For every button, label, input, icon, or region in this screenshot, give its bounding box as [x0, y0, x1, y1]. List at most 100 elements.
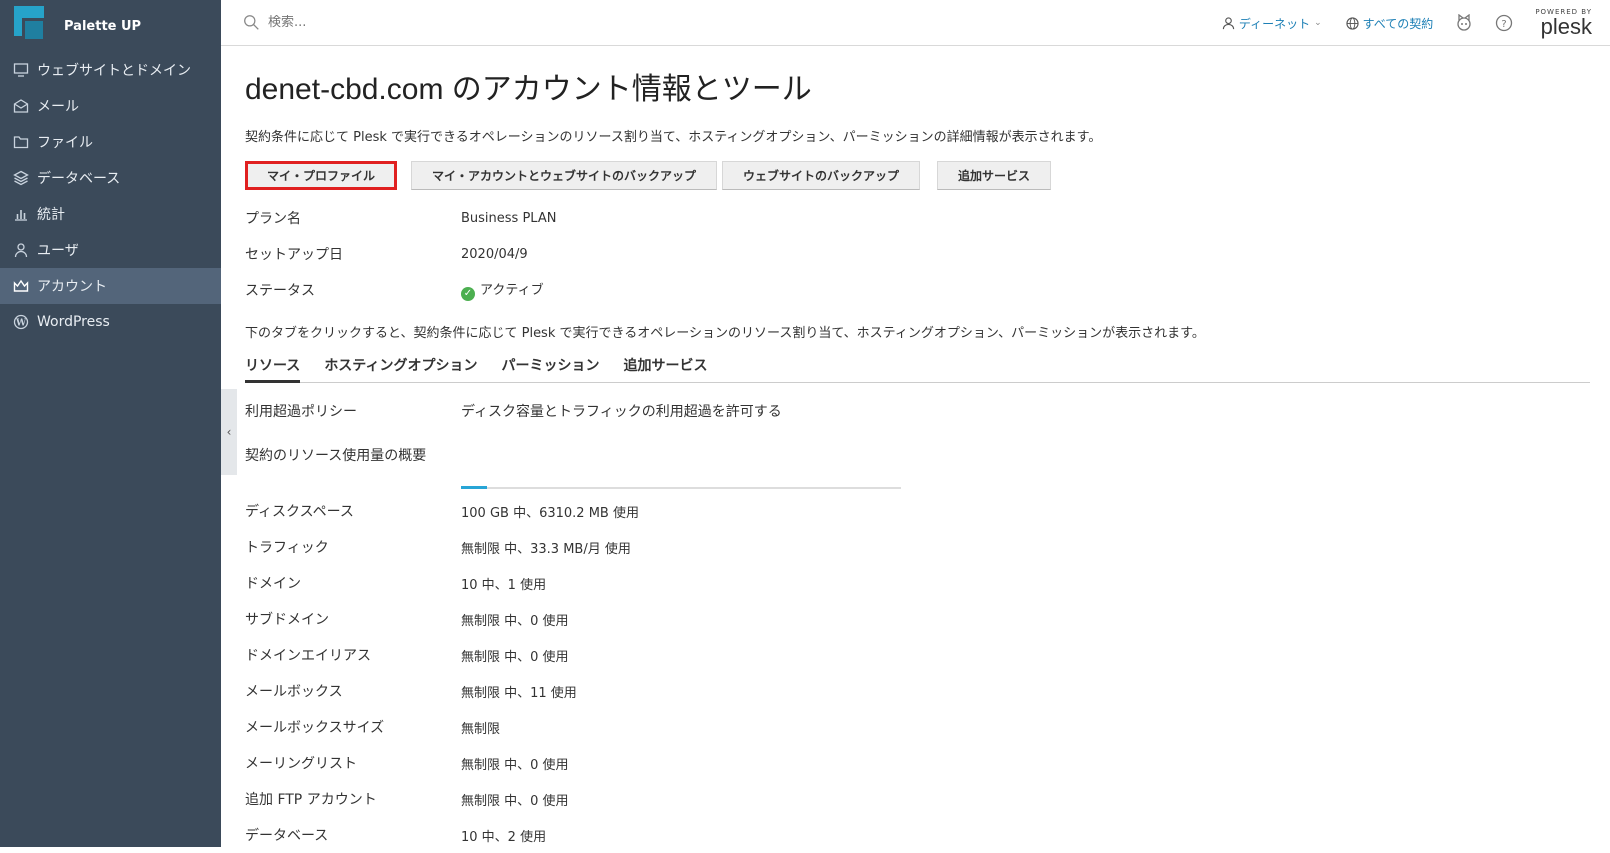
check-icon: ✓ [461, 287, 475, 301]
crown-icon [13, 278, 29, 294]
tab-additional-services[interactable]: 追加サービス [623, 355, 707, 382]
mail-icon [13, 98, 29, 114]
search-input[interactable] [268, 15, 668, 30]
usage-summary-label: 契約のリソース使用量の概要 [245, 448, 427, 464]
overuse-policy-row: 利用超過ポリシー ディスク容量とトラフィックの利用超過を許可する [245, 393, 1590, 429]
resource-row: ドメイン 10 中、1 使用 [245, 565, 1590, 601]
tab-permissions[interactable]: パーミッション [501, 355, 599, 382]
subscriptions-label: すべての契約 [1362, 16, 1434, 31]
resource-row: メーリングリスト 無制限 中、0 使用 [245, 745, 1590, 781]
subscriptions-link[interactable]: すべての契約 [1345, 15, 1434, 32]
logo-icon [14, 6, 54, 46]
resource-row: ディスクスペース 100 GB 中、6310.2 MB 使用 [245, 493, 1590, 529]
info-row-status: ステータス ✓ アクティブ [245, 272, 1590, 308]
user-icon [13, 242, 29, 258]
search-icon [244, 15, 259, 30]
brand-name: Palette UP [64, 18, 142, 34]
wordpress-icon: W [13, 314, 29, 330]
account-backup-button[interactable]: マイ・アカウントとウェブサイトのバックアップ [411, 161, 718, 190]
sidebar-item[interactable]: データベース [0, 160, 221, 196]
user-icon [1222, 16, 1235, 29]
sidebar-item-label: 統計 [37, 207, 65, 223]
tabs: リソース ホスティングオプション パーミッション 追加サービス [245, 355, 1590, 383]
plan-info: プラン名 Business PLAN セットアップ日 2020/04/9 ステー… [245, 200, 1590, 308]
help-icon[interactable]: ? [1495, 14, 1513, 32]
resource-key: データベース [245, 828, 329, 844]
status-label: アクティブ [480, 283, 544, 298]
info-key: プラン名 [245, 211, 301, 227]
resource-key: サブドメイン [245, 612, 329, 628]
sidebar-item[interactable]: ウェブサイトとドメイン [0, 52, 221, 88]
sidebar-item[interactable]: ユーザ [0, 232, 221, 268]
sidebar-item[interactable]: ファイル [0, 124, 221, 160]
status-value: ✓ アクティブ [461, 279, 544, 301]
cat-icon[interactable] [1455, 14, 1473, 32]
sidebar-item-label: ウェブサイトとドメイン [37, 63, 191, 79]
info-row-setup-date: セットアップ日 2020/04/9 [245, 236, 1590, 272]
resource-value: 無制限 中、33.3 MB/月 使用 [461, 541, 631, 557]
resource-row: ドメインエイリアス 無制限 中、0 使用 [245, 637, 1590, 673]
user-label: ディーネット [1238, 16, 1311, 31]
resource-key: メールボックス [245, 684, 343, 700]
svg-text:?: ? [1502, 19, 1507, 30]
chevron-down-icon: ⌄ [1314, 18, 1322, 28]
sidebar-nav: ウェブサイトとドメイン メールファイルデータベース 統計ユーザアカウント W WordP… [0, 52, 221, 340]
sidebar-item[interactable]: メール [0, 88, 221, 124]
sidebar-item[interactable]: W WordPress [0, 304, 221, 340]
resource-row: トラフィック 無制限 中、33.3 MB/月 使用 [245, 529, 1590, 565]
chart-icon [13, 206, 29, 222]
tab-hosting-options[interactable]: ホスティングオプション [324, 355, 477, 382]
resource-key: ディスクスペース [245, 504, 354, 520]
resource-row: メールボックスサイズ 無制限 [245, 709, 1590, 745]
resource-value: 無制限 中、0 使用 [461, 613, 569, 629]
resource-row: データベース 10 中、2 使用 [245, 817, 1590, 853]
page-description: 契約条件に応じて Plesk で実行できるオペレーションのリソース割り当て、ホス… [245, 130, 1102, 145]
info-value: ディスク容量とトラフィックの利用超過を許可する [461, 404, 782, 420]
resource-value: 無制限 中、0 使用 [461, 793, 569, 809]
database-icon [13, 170, 29, 186]
svg-text:W: W [15, 319, 27, 329]
sidebar-item[interactable]: 統計 [0, 196, 221, 232]
sidebar: Palette UP ウェブサイトとドメイン メールファイルデータベース 統計ユーザ… [0, 0, 221, 847]
resource-key: ドメイン [245, 576, 301, 592]
resource-key: 追加 FTP アカウント [245, 792, 377, 808]
resource-value: 無制限 中、11 使用 [461, 685, 577, 701]
search-box[interactable] [243, 14, 743, 31]
tab-resources[interactable]: リソース [245, 355, 301, 383]
resource-key: ドメインエイリアス [245, 648, 371, 664]
topbar-right: ディーネット ⌄ すべての契約 ? POWERED BY plesk [1198, 0, 1592, 46]
my-profile-button[interactable]: マイ・プロファイル [245, 161, 398, 190]
resource-key: トラフィック [245, 540, 329, 556]
resource-value: 10 中、2 使用 [461, 829, 547, 845]
resource-row: メールボックス 無制限 中、11 使用 [245, 673, 1590, 709]
resource-value: 無制限 中、0 使用 [461, 649, 569, 665]
sidebar-item-label: データベース [37, 171, 121, 187]
action-buttons: マイ・プロファイル マイ・アカウントとウェブサイトのバックアップ ウェブサイトの… [245, 161, 1590, 190]
chevron-left-icon: ‹ [226, 425, 232, 439]
resource-row: 追加 FTP アカウント 無制限 中、0 使用 [245, 781, 1590, 817]
globe-icon [1345, 16, 1359, 30]
sidebar-collapse-button[interactable]: ‹ [221, 389, 237, 475]
main-content: denet-cbd.com のアカウント情報とツール 契約条件に応じて Ples… [245, 46, 1590, 853]
sidebar-item-label: ユーザ [37, 243, 79, 259]
additional-services-button[interactable]: 追加サービス [937, 161, 1052, 190]
sidebar-item-label: ファイル [37, 135, 93, 151]
plesk-logo: POWERED BY plesk [1535, 8, 1592, 39]
usage-summary-row: 契約のリソース使用量の概要 [245, 437, 1590, 473]
resource-key: メールボックスサイズ [245, 720, 385, 736]
plesk-brand: plesk [1540, 13, 1592, 39]
resource-list: ディスクスペース 100 GB 中、6310.2 MB 使用 トラフィック 無制限 中… [245, 493, 1590, 853]
brand[interactable]: Palette UP [0, 0, 221, 52]
user-menu[interactable]: ディーネット ⌄ [1222, 15, 1322, 32]
resource-value: 100 GB 中、6310.2 MB 使用 [461, 505, 639, 521]
resource-row: サブドメイン 無制限 中、0 使用 [245, 601, 1590, 637]
info-key: ステータス [245, 283, 315, 299]
website-backup-button[interactable]: ウェブサイトのバックアップ [722, 161, 921, 190]
info-key: セットアップ日 [245, 247, 343, 263]
monitor-icon [13, 62, 29, 78]
sidebar-item-label: WordPress [37, 314, 110, 330]
sidebar-item[interactable]: アカウント [0, 268, 221, 304]
info-key: 利用超過ポリシー [245, 404, 357, 420]
resource-key: メーリングリスト [245, 756, 357, 772]
sidebar-item-label: メール [37, 99, 79, 115]
